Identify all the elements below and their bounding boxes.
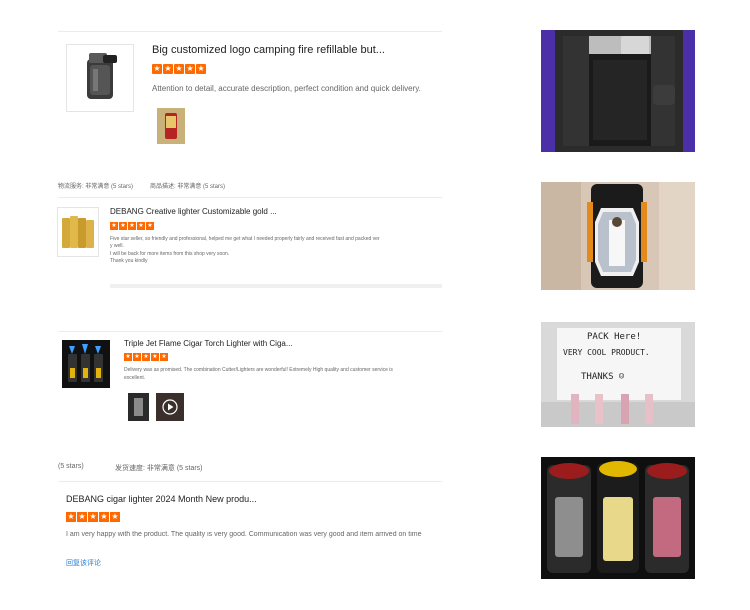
star-icon: ★ xyxy=(128,222,136,230)
review-product-title[interactable]: Triple Jet Flame Cigar Torch Lighter wit… xyxy=(124,339,293,348)
review-product-title[interactable]: DEBANG Creative lighter Customizable gol… xyxy=(110,207,277,216)
review-text-line: Five star seller, so friendly and profes… xyxy=(110,236,380,242)
product-thumbnail[interactable] xyxy=(66,44,134,112)
star-icon: ★ xyxy=(146,222,154,230)
product-thumbnail[interactable] xyxy=(57,207,99,257)
product-thumbnail[interactable] xyxy=(62,340,110,388)
star-icon: ★ xyxy=(160,353,168,361)
divider xyxy=(58,31,442,32)
torch-lighter-product-image xyxy=(62,340,110,388)
review-video-thumbnail[interactable] xyxy=(156,393,184,421)
review-text: Attention to detail, accurate descriptio… xyxy=(152,84,421,93)
review-text: I am very happy with the product. The qu… xyxy=(66,531,422,538)
review-photo-note[interactable]: PACK Here! VERY COOL PRODUCT. THANKS ☺ xyxy=(541,322,695,427)
review-photo-portrait-lighter[interactable] xyxy=(541,182,695,290)
description-rating: (5 stars) xyxy=(58,463,84,470)
gold-lighter-product-image xyxy=(62,216,94,248)
rating-stars: ★ ★ ★ ★ ★ xyxy=(66,512,120,522)
star-icon: ★ xyxy=(110,222,118,230)
reply-to-review-link[interactable]: 回复该评论 xyxy=(66,558,101,568)
review-text-line: Thank you kindly xyxy=(110,257,148,264)
review-photo-thumbnail[interactable] xyxy=(157,108,185,144)
review-text: Five star seller, so friendly and profes… xyxy=(110,236,442,265)
rating-stars: ★ ★ ★ ★ ★ xyxy=(152,64,206,74)
review-photo-three-lighters[interactable] xyxy=(541,457,695,579)
divider xyxy=(58,481,442,482)
divider xyxy=(58,331,442,332)
star-icon: ★ xyxy=(88,512,98,522)
review-text-line: y well. xyxy=(110,243,124,250)
lighter-box-image xyxy=(541,30,695,152)
review-product-title[interactable]: DEBANG cigar lighter 2024 Month New prod… xyxy=(66,494,257,504)
review-text-line: I will be back for more items from this … xyxy=(110,250,230,257)
note-handwriting-line: VERY COOL PRODUCT. xyxy=(563,348,650,357)
star-icon: ★ xyxy=(163,64,173,74)
star-icon: ★ xyxy=(196,64,206,74)
logistics-rating: 物流服务: 非常满意 (5 stars) xyxy=(58,184,134,190)
star-icon: ★ xyxy=(137,222,145,230)
star-icon: ★ xyxy=(174,64,184,74)
star-icon: ★ xyxy=(124,353,132,361)
review-text-line: excellent. xyxy=(124,374,146,381)
lighter-product-image xyxy=(87,53,117,99)
star-icon: ★ xyxy=(66,512,76,522)
divider xyxy=(58,197,442,198)
star-icon: ★ xyxy=(142,353,150,361)
star-icon: ★ xyxy=(152,64,162,74)
star-icon: ★ xyxy=(119,222,127,230)
lighter-photo-image xyxy=(128,393,149,421)
portrait-lighter-image xyxy=(541,182,695,290)
lighter-photo-image xyxy=(157,108,185,144)
divider xyxy=(110,284,442,288)
shipping-speed-rating: 发货速度: 非常满意 (5 stars) xyxy=(115,465,203,472)
rating-stars: ★ ★ ★ ★ ★ xyxy=(110,222,154,230)
three-lighters-image xyxy=(541,457,695,579)
review-photo-lighter-in-box[interactable] xyxy=(541,30,695,152)
rating-stars: ★ ★ ★ ★ ★ xyxy=(124,353,168,361)
star-icon: ★ xyxy=(133,353,141,361)
star-icon: ★ xyxy=(99,512,109,522)
play-video-icon xyxy=(156,393,184,421)
star-icon: ★ xyxy=(151,353,159,361)
description-rating: 商品描述: 非常满意 (5 stars) xyxy=(150,184,226,190)
note-handwriting-line: PACK Here! xyxy=(587,332,642,342)
note-handwriting-line: THANKS ☺ xyxy=(581,372,625,382)
review-photo-thumbnail[interactable] xyxy=(128,393,149,421)
star-icon: ★ xyxy=(185,64,195,74)
review-product-title[interactable]: Big customized logo camping fire refilla… xyxy=(152,44,385,56)
review-text-line: Delivery was as promised. The combinatio… xyxy=(124,367,393,373)
star-icon: ★ xyxy=(77,512,87,522)
star-icon: ★ xyxy=(110,512,120,522)
review-text: Delivery was as promised. The combinatio… xyxy=(124,367,442,382)
